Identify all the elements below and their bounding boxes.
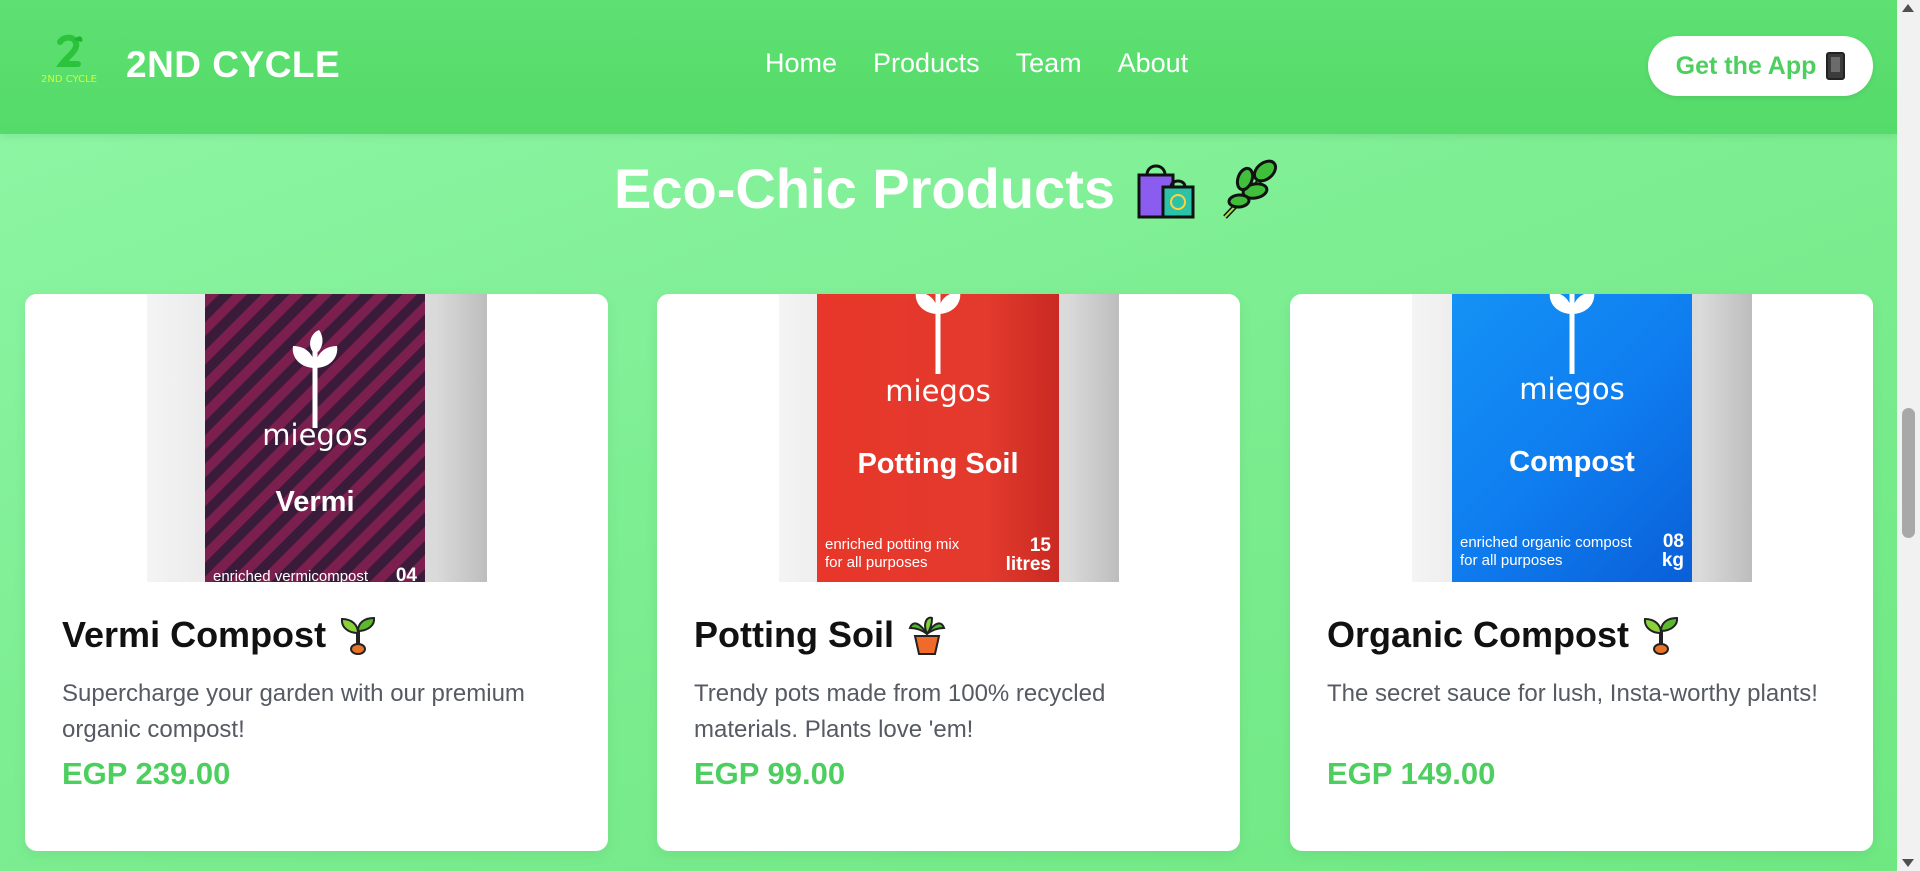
package-quantity: 04 bbox=[395, 565, 417, 582]
brand-name[interactable]: 2ND CYCLE bbox=[126, 44, 340, 86]
product-price: EGP 99.00 bbox=[694, 756, 846, 791]
get-app-button[interactable]: Get the App bbox=[1648, 36, 1873, 96]
phone-icon bbox=[1826, 52, 1846, 80]
card-body: Organic Compost The secret sauce for lus… bbox=[1327, 614, 1836, 712]
section-heading: Eco-Chic Products bbox=[0, 156, 1897, 221]
package-label: Vermi bbox=[275, 486, 355, 518]
product-image: miegos Vermi enriched vermicompost 04 bbox=[25, 294, 608, 582]
product-label: miegos Vermi enriched vermicompost 04 bbox=[205, 294, 425, 582]
package-subtext: enriched organic compost for all purpose… bbox=[1460, 534, 1632, 569]
logo-icon: 2ND CYCLE bbox=[41, 34, 97, 85]
sprout-icon bbox=[915, 294, 961, 374]
logo-text: 2ND CYCLE bbox=[41, 74, 97, 85]
package-subtext: enriched vermicompost bbox=[213, 568, 369, 582]
product-name: Vermi Compost bbox=[62, 614, 327, 655]
site-header: 2ND CYCLE 2ND CYCLE Home Products Team A… bbox=[0, 0, 1897, 134]
product-card-vermi-compost[interactable]: miegos Vermi enriched vermicompost 04 Ve… bbox=[25, 294, 608, 851]
product-image: miegos Compost enriched organic compost … bbox=[1290, 294, 1873, 582]
card-body: Potting Soil Trendy pots made from 100% … bbox=[694, 614, 1203, 748]
scroll-thumb[interactable] bbox=[1902, 408, 1915, 538]
herb-icon bbox=[1223, 159, 1278, 219]
package-brand: miegos bbox=[1519, 372, 1625, 406]
product-description: Trendy pots made from 100% recycled mate… bbox=[694, 680, 1106, 743]
package-brand: miegos bbox=[262, 418, 368, 452]
product-name: Organic Compost bbox=[1327, 614, 1630, 655]
package-quantity: 15 litres bbox=[1005, 535, 1051, 575]
product-name: Potting Soil bbox=[694, 614, 894, 655]
package-brand: miegos bbox=[885, 374, 991, 408]
product-description: Supercharge your garden with our premium… bbox=[62, 680, 525, 743]
package-quantity: 08 kg bbox=[1661, 531, 1684, 571]
product-price: EGP 149.00 bbox=[1327, 756, 1496, 791]
product-description: The secret sauce for lush, Insta-worthy … bbox=[1327, 680, 1818, 707]
nav-home[interactable]: Home bbox=[765, 48, 837, 79]
product-title: Vermi Compost bbox=[62, 614, 571, 656]
scroll-up-arrow-icon[interactable] bbox=[1902, 4, 1914, 12]
sprout-icon bbox=[1549, 294, 1595, 374]
product-label: miegos Compost enriched organic compost … bbox=[1452, 294, 1692, 582]
logo[interactable]: 2ND CYCLE bbox=[38, 32, 100, 92]
shopping-bags-icon bbox=[1137, 164, 1195, 218]
product-title: Potting Soil bbox=[694, 614, 1203, 656]
seedling-icon bbox=[1644, 616, 1679, 655]
sprout-icon bbox=[292, 330, 338, 428]
seedling-icon bbox=[341, 616, 376, 655]
product-card-organic-compost[interactable]: miegos Compost enriched organic compost … bbox=[1290, 294, 1873, 851]
nav-team[interactable]: Team bbox=[1016, 48, 1082, 79]
nav-products[interactable]: Products bbox=[873, 48, 980, 79]
nav-about[interactable]: About bbox=[1118, 48, 1189, 79]
vertical-scrollbar[interactable] bbox=[1897, 0, 1920, 871]
package-label: Potting Soil bbox=[857, 448, 1019, 480]
main-nav: Home Products Team About bbox=[765, 48, 1188, 79]
package-subtext: enriched potting mix for all purposes bbox=[825, 536, 960, 571]
product-price: EGP 239.00 bbox=[62, 756, 231, 791]
product-image: miegos Potting Soil enriched potting mix… bbox=[657, 294, 1240, 582]
scroll-down-arrow-icon[interactable] bbox=[1902, 859, 1914, 867]
get-app-label: Get the App bbox=[1675, 51, 1817, 80]
package-label: Compost bbox=[1509, 446, 1635, 478]
card-body: Vermi Compost Supercharge your garden wi… bbox=[62, 614, 571, 748]
page-title: Eco-Chic Products bbox=[614, 157, 1115, 220]
potted-plant-icon bbox=[908, 616, 946, 655]
page: 2ND CYCLE 2ND CYCLE Home Products Team A… bbox=[0, 0, 1897, 871]
product-label: miegos Potting Soil enriched potting mix… bbox=[817, 294, 1059, 582]
product-title: Organic Compost bbox=[1327, 614, 1836, 656]
product-card-potting-soil[interactable]: miegos Potting Soil enriched potting mix… bbox=[657, 294, 1240, 851]
